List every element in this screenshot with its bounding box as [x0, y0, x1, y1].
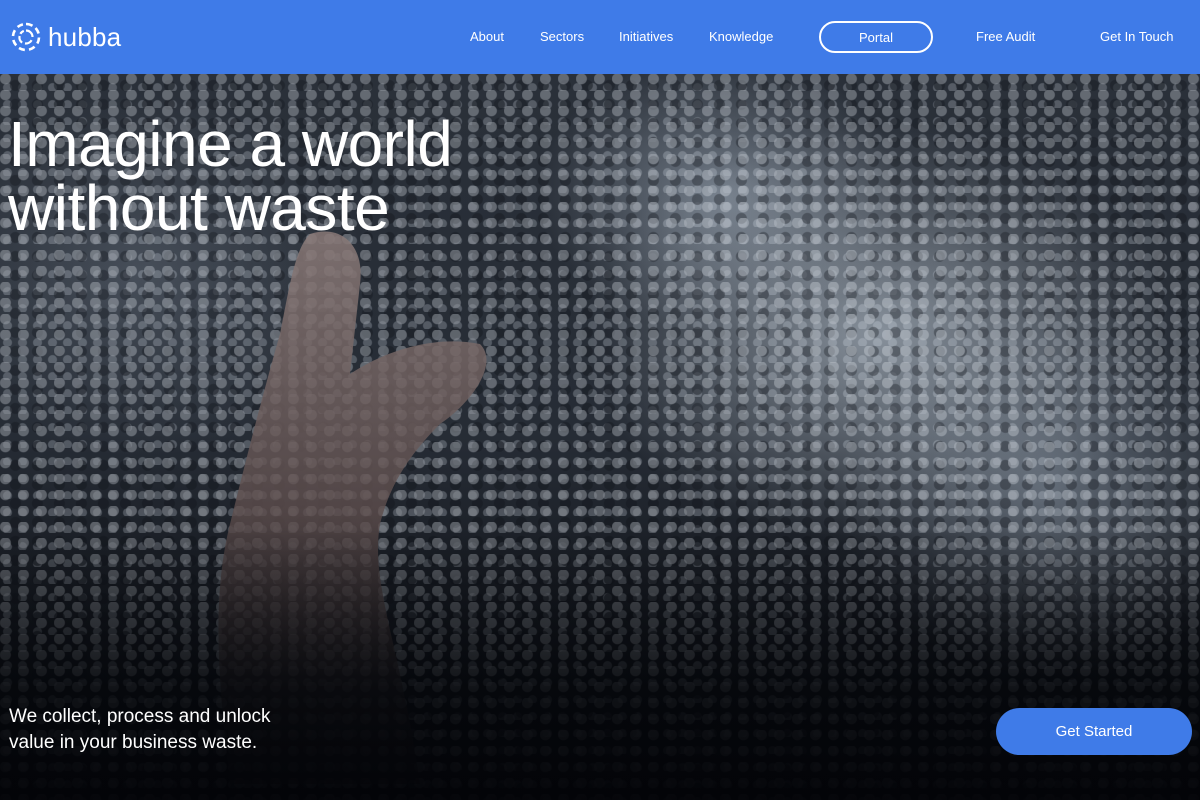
hubba-logo-ring-icon	[11, 22, 41, 52]
page: hubba About Sectors Initiatives Knowledg…	[0, 0, 1200, 800]
hero-title-line-2: without waste	[8, 172, 390, 244]
nav-free-audit[interactable]: Free Audit	[976, 28, 1035, 46]
nav-sectors[interactable]: Sectors	[540, 28, 584, 46]
hero-subtitle: We collect, process and unlock value in …	[9, 704, 349, 756]
hero-title-line-1: Imagine a world	[8, 108, 453, 180]
nav-about[interactable]: About	[470, 28, 504, 46]
brand-name: hubba	[48, 22, 122, 52]
get-started-button[interactable]: Get Started	[996, 708, 1192, 755]
nav-initiatives[interactable]: Initiatives	[619, 28, 673, 46]
hero-section: Imagine a world without waste We collect…	[0, 74, 1200, 800]
hero-subtitle-line-2: value in your business waste.	[9, 732, 258, 753]
hero-subtitle-line-1: We collect, process and unlock	[9, 706, 271, 727]
site-header: hubba About Sectors Initiatives Knowledg…	[0, 0, 1200, 74]
portal-button[interactable]: Portal	[819, 21, 933, 53]
brand-logo-link[interactable]: hubba	[10, 21, 121, 53]
nav-get-in-touch[interactable]: Get In Touch	[1100, 28, 1173, 46]
hero-title: Imagine a world without waste	[8, 112, 608, 240]
nav-knowledge[interactable]: Knowledge	[709, 28, 773, 46]
